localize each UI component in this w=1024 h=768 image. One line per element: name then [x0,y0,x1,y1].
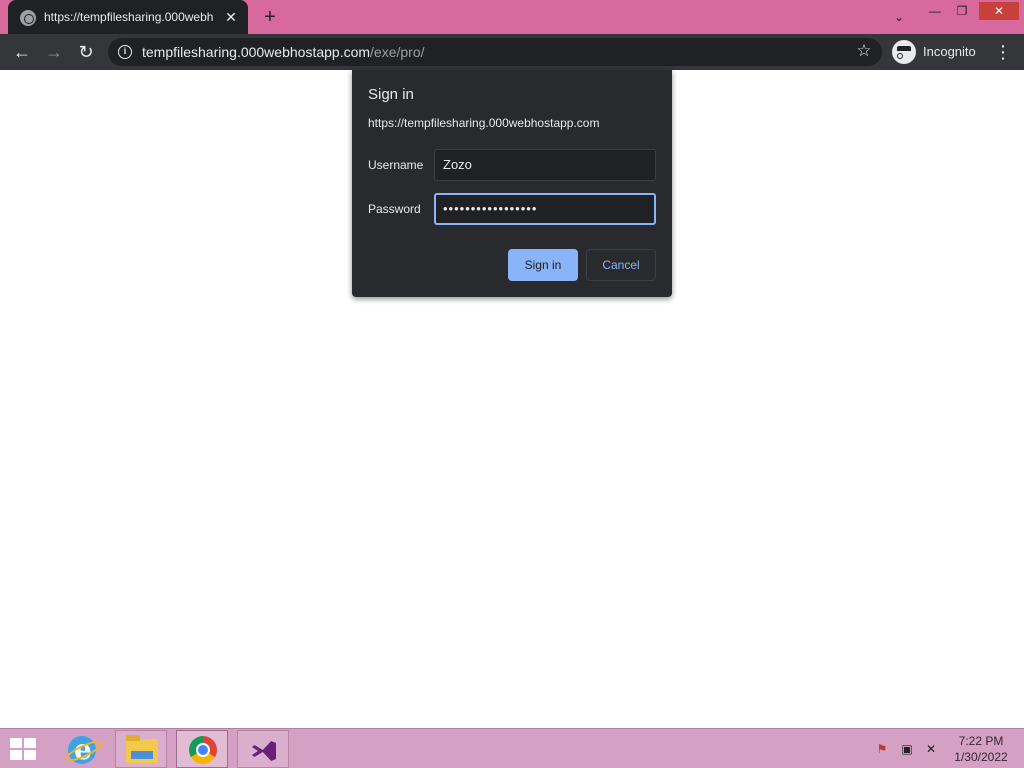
incognito-icon [892,40,916,64]
url-path: /exe/pro/ [370,44,425,60]
close-window-button[interactable]: ✕ [979,2,1019,20]
menu-icon[interactable]: ⋮ [994,41,1012,63]
taskbar-chrome[interactable] [176,730,228,768]
chrome-icon [189,736,217,764]
tab-title: https://tempfilesharing.000webh [44,10,214,24]
tab-search-button[interactable]: ⌄ [888,8,910,26]
taskbar-internet-explorer[interactable] [56,730,108,768]
new-tab-button[interactable]: + [258,6,282,28]
network-icon[interactable]: ▣ [898,741,916,757]
info-icon[interactable]: i [118,45,132,59]
tab-close-button[interactable]: ✕ [222,8,240,26]
password-field[interactable]: ••••••••••••••••• [434,193,656,225]
username-field[interactable]: Zozo [434,149,656,181]
start-pane [24,750,36,760]
address-bar[interactable]: i tempfilesharing.000webhostapp.com/exe/… [108,38,882,66]
dialog-origin: https://tempfilesharing.000webhostapp.co… [368,116,600,130]
browser-toolbar: ← → ↻ i tempfilesharing.000webhostapp.co… [0,34,1024,70]
visual-studio-icon [250,737,278,765]
action-center-flag-icon[interactable]: ⚑ [873,741,891,757]
clock-date: 1/30/2022 [954,750,1008,764]
username-label: Username [368,158,424,172]
tab-strip: https://tempfilesharing.000webh ✕ + ⌄ — … [0,0,1024,34]
sign-in-dialog: Sign in https://tempfilesharing.000webho… [352,70,672,297]
start-pane [24,738,36,748]
reload-button[interactable]: ↻ [74,41,98,63]
clock-time: 7:22 PM [958,734,1004,748]
start-pane [10,738,22,748]
globe-icon [20,10,36,26]
restore-button[interactable]: ❐ [952,2,972,20]
taskbar: ⚑ ▣ ✕ 7:22 PM 1/30/2022 [0,728,1024,768]
url-text[interactable]: tempfilesharing.000webhostapp.com/exe/pr… [142,44,425,60]
windows-start-icon[interactable] [6,737,38,761]
cancel-button[interactable]: Cancel [586,249,656,281]
sign-in-button[interactable]: Sign in [508,249,578,281]
back-button[interactable]: ← [10,41,34,63]
browser-tab[interactable]: https://tempfilesharing.000webh ✕ [8,0,248,34]
incognito-indicator[interactable]: Incognito [892,39,982,65]
url-host: tempfilesharing.000webhostapp.com [142,44,371,60]
incognito-label: Incognito [923,44,976,59]
forward-button[interactable]: → [42,41,66,63]
file-explorer-icon [126,735,158,763]
internet-explorer-icon [68,733,96,766]
password-label: Password [368,202,421,216]
system-clock[interactable]: 7:22 PM 1/30/2022 [946,733,1016,765]
start-pane [10,750,22,760]
taskbar-file-explorer[interactable] [115,730,167,768]
minimize-button[interactable]: — [925,2,945,20]
volume-muted-icon[interactable]: ✕ [922,741,940,757]
taskbar-visual-studio[interactable] [237,730,289,768]
dialog-title: Sign in [368,86,414,103]
star-icon[interactable]: ☆ [854,41,874,61]
